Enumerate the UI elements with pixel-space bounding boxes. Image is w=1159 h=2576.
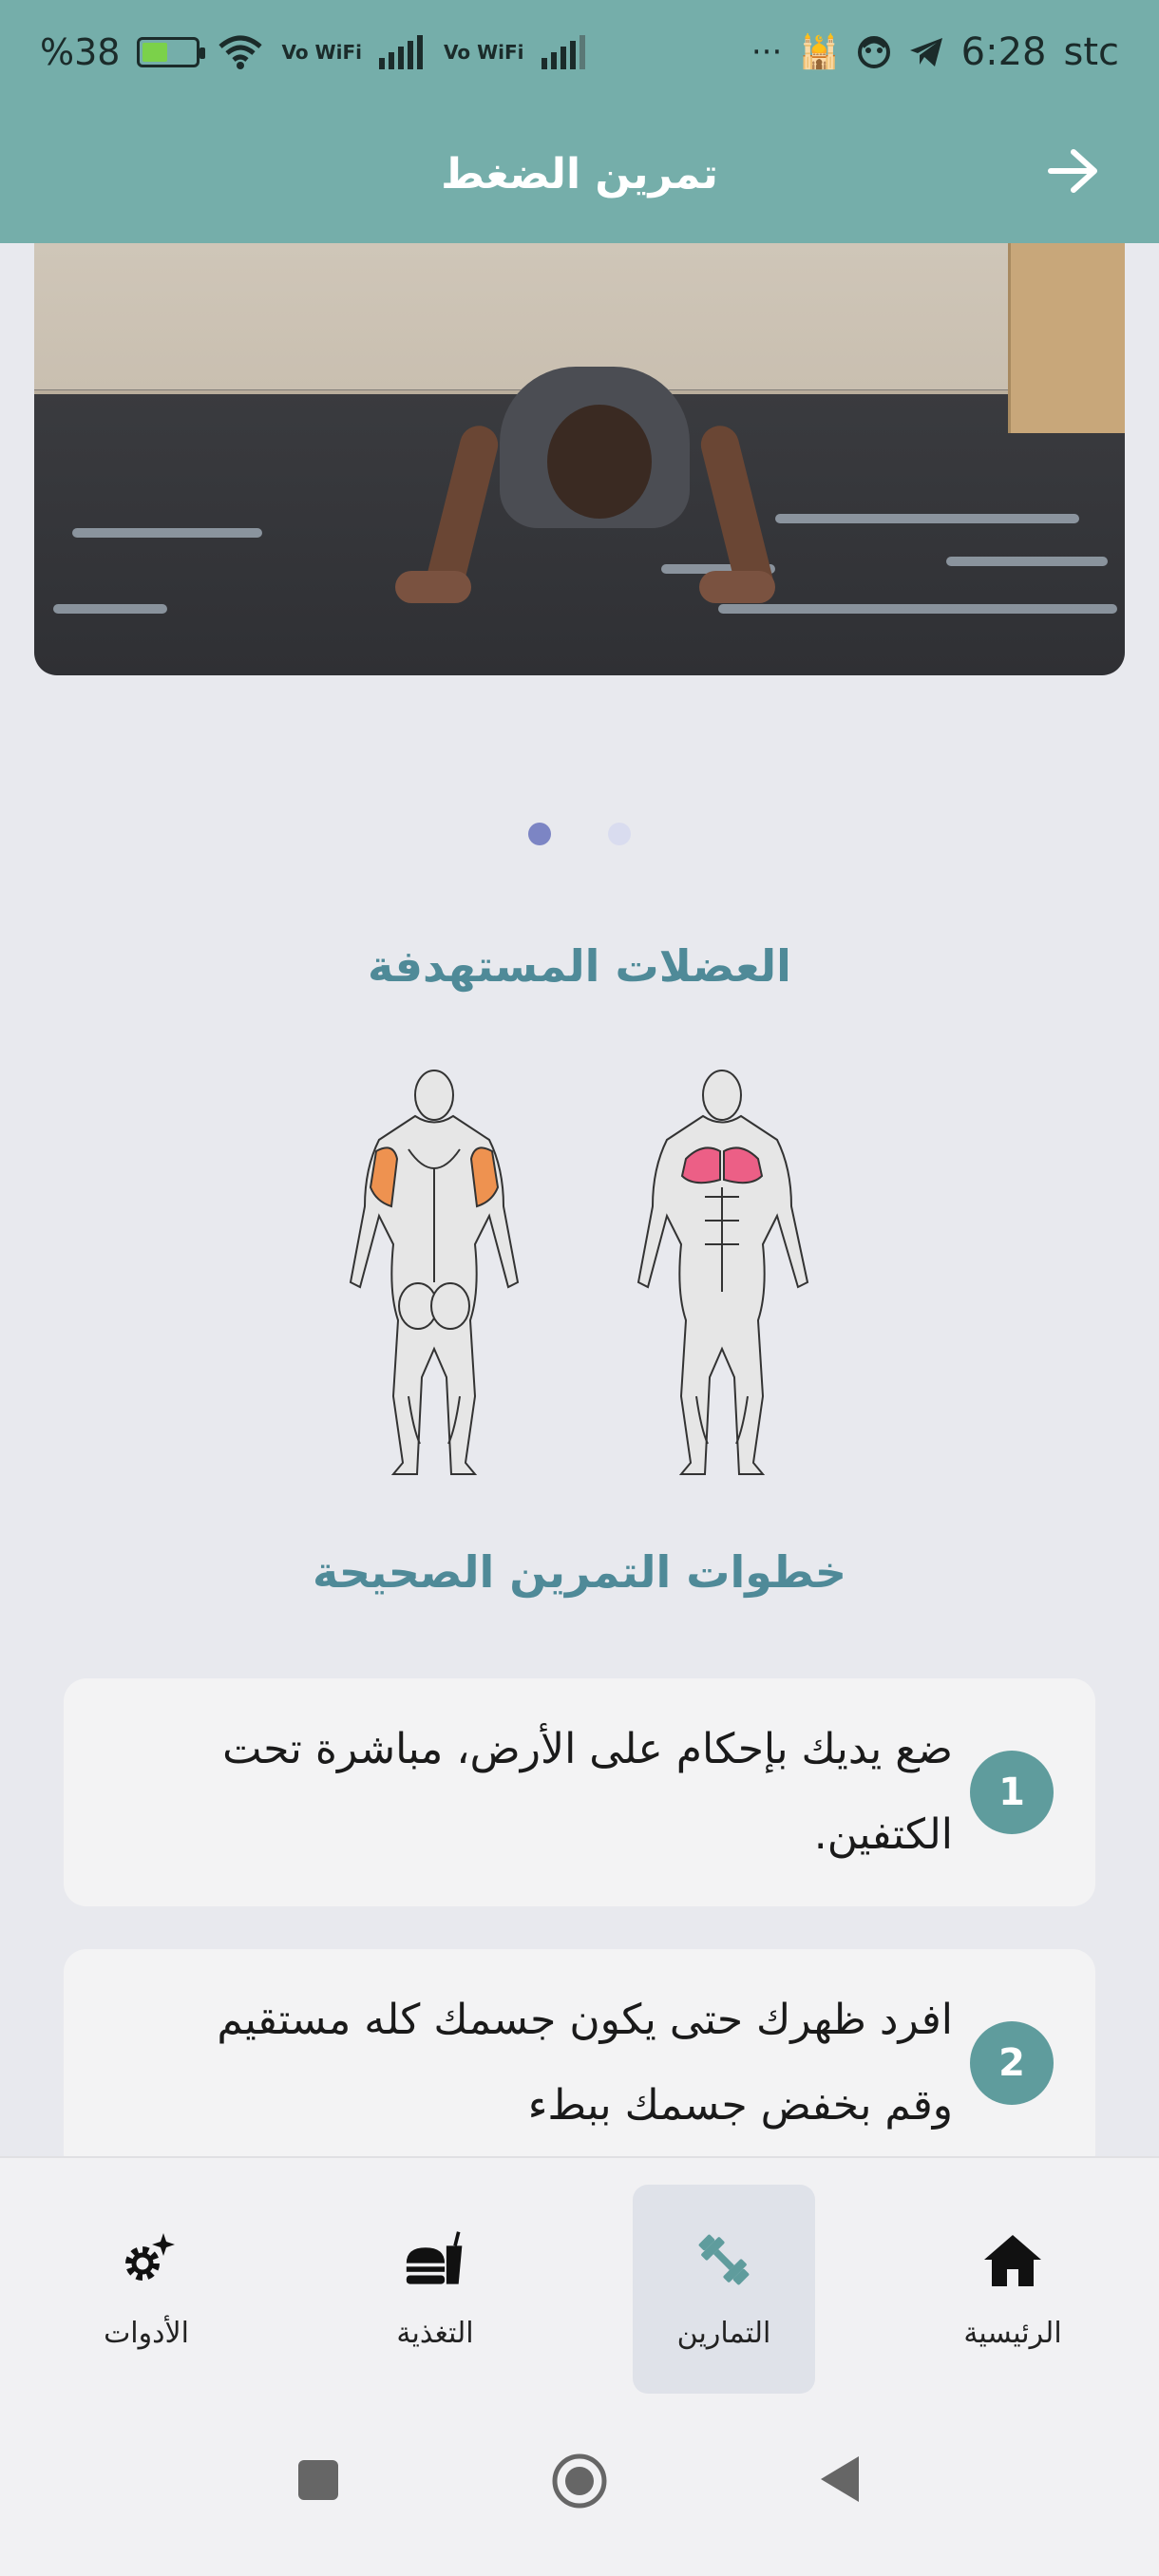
step-text-line-1: ضع يديك بإحكام على الأرض، مباشرة تحت bbox=[222, 1725, 953, 1773]
carousel-dot-1[interactable] bbox=[528, 823, 551, 845]
mosque-icon: 🕌 bbox=[799, 33, 840, 71]
battery-icon bbox=[137, 37, 206, 67]
back-button[interactable] bbox=[1036, 133, 1112, 209]
nav-nutrition[interactable]: التغذية bbox=[344, 2185, 526, 2394]
vowifi-badge-1: Vo WiFi bbox=[281, 41, 362, 64]
battery-percent: %38 bbox=[40, 31, 121, 73]
status-right: ··· 🕌 6:28 stc bbox=[751, 30, 1119, 74]
carousel-indicator bbox=[0, 823, 1159, 845]
home-system-button[interactable] bbox=[551, 2453, 608, 2510]
exercise-image[interactable] bbox=[34, 243, 1125, 675]
more-notifications-icon: ··· bbox=[750, 33, 783, 71]
nav-exercises[interactable]: التمارين bbox=[633, 2185, 815, 2394]
step-number-badge: 1 bbox=[970, 1751, 1054, 1834]
step-card-2: 2 افرد ظهرك حتى يكون جسمك كله مستقيم وقم… bbox=[64, 1949, 1095, 2177]
front-body-figure bbox=[636, 1070, 809, 1475]
carrier-name: stc bbox=[1063, 30, 1119, 74]
screen-header: تمرين الضغط bbox=[0, 104, 1159, 243]
status-left: %38 Vo WiFi Vo WiFi bbox=[40, 31, 589, 73]
nav-home[interactable]: الرئيسية bbox=[922, 2185, 1104, 2394]
dumbbell-icon bbox=[694, 2229, 754, 2290]
signal-icon-1 bbox=[379, 35, 423, 69]
tools-gear-icon bbox=[116, 2229, 177, 2290]
bottom-navigation: الأدوات التغذية التمارين الرئيسية bbox=[0, 2156, 1159, 2405]
page-title: تمرين الضغط bbox=[441, 149, 718, 199]
nav-label: التغذية bbox=[396, 2316, 474, 2350]
nav-label: الأدوات bbox=[104, 2316, 189, 2350]
system-navigation-bar bbox=[0, 2403, 1159, 2576]
nav-tools[interactable]: الأدوات bbox=[55, 2185, 238, 2394]
telegram-icon bbox=[909, 38, 942, 66]
step-text: افرد ظهرك حتى يكون جسمك كله مستقيم وقم ب… bbox=[102, 1978, 953, 2149]
step-text: ضع يديك بإحكام على الأرض، مباشرة تحت الك… bbox=[102, 1707, 953, 1878]
recents-button[interactable] bbox=[296, 2458, 340, 2502]
wooden-box bbox=[1008, 243, 1125, 433]
step-number-badge: 2 bbox=[970, 2021, 1054, 2105]
back-system-button[interactable] bbox=[817, 2454, 863, 2504]
carousel-dot-2[interactable] bbox=[608, 823, 631, 845]
muscle-diagram bbox=[349, 1070, 809, 1475]
status-bar: %38 Vo WiFi Vo WiFi ··· 🕌 6:28 stc bbox=[0, 0, 1159, 104]
step-text-line-2: وقم بخفض جسمك ببطء bbox=[527, 2081, 953, 2130]
nav-label: الرئيسية bbox=[963, 2316, 1062, 2350]
nav-label: التمارين bbox=[676, 2316, 771, 2350]
face-app-icon bbox=[857, 36, 890, 68]
status-time: 6:28 bbox=[960, 30, 1047, 74]
person-head bbox=[547, 405, 652, 519]
home-icon bbox=[982, 2229, 1043, 2290]
wifi-icon bbox=[218, 35, 263, 69]
back-body-figure bbox=[349, 1070, 520, 1475]
step-card-1: 1 ضع يديك بإحكام على الأرض، مباشرة تحت ا… bbox=[64, 1678, 1095, 1906]
arrow-right-icon bbox=[1048, 149, 1097, 193]
step-text-line-2: الكتفين. bbox=[813, 1810, 953, 1859]
food-icon bbox=[405, 2229, 466, 2290]
steps-title: خطوات التمرين الصحيحة bbox=[312, 1546, 847, 1598]
target-muscles-title: العضلات المستهدفة bbox=[368, 940, 791, 992]
signal-icon-2 bbox=[541, 35, 585, 69]
vowifi-badge-2: Vo WiFi bbox=[444, 41, 524, 64]
step-text-line-1: افرد ظهرك حتى يكون جسمك كله مستقيم bbox=[217, 1996, 953, 2044]
top-app-bar: %38 Vo WiFi Vo WiFi ··· 🕌 6:28 stc تمرين… bbox=[0, 0, 1159, 243]
